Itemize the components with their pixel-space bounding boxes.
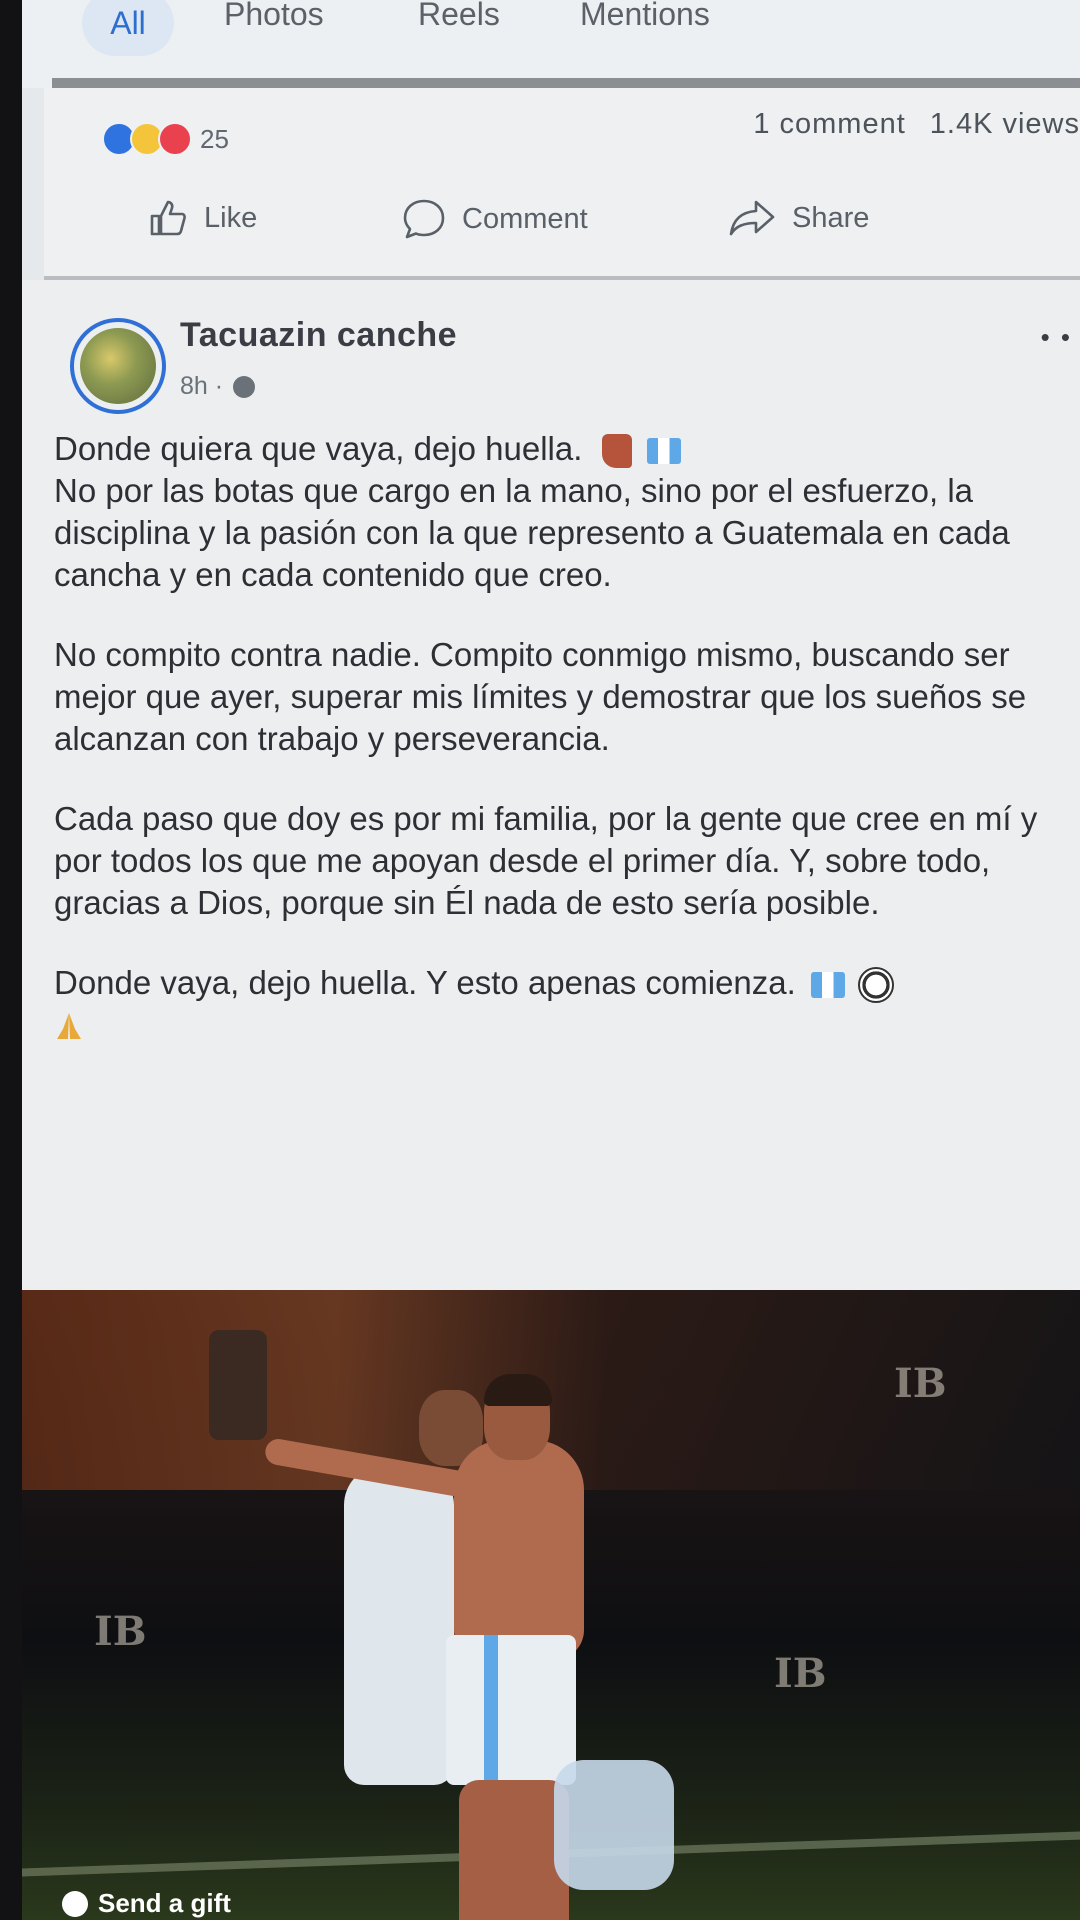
raised-boot — [209, 1330, 267, 1440]
caption-line-1: Donde quiera que vaya, dejo huella. — [54, 430, 583, 467]
caption-paragraph-3: Cada paso que doy es por mi familia, por… — [54, 800, 1038, 921]
avatar-image — [80, 328, 156, 404]
post-caption: Donde quiera que vaya, dejo huella. No p… — [54, 428, 1074, 1046]
praying-hands-icon — [57, 1013, 81, 1040]
tab-mentions[interactable]: Mentions — [580, 0, 710, 33]
share-label: Share — [792, 201, 870, 234]
like-label: Like — [204, 201, 258, 234]
main-player-hair — [484, 1374, 552, 1406]
globe-icon — [233, 375, 256, 398]
caption-line-4: Donde vaya, dejo huella. Y esto apenas c… — [54, 964, 796, 1001]
like-button[interactable]: Like — [148, 198, 257, 238]
comment-label: Comment — [462, 202, 588, 235]
shorts-stripe — [484, 1635, 498, 1785]
watermark-logo: IB — [94, 1608, 147, 1655]
caption-paragraph-1-rest: No por las botas que cargo en la mano, s… — [54, 472, 1010, 593]
boot-emoji-icon — [601, 434, 632, 469]
tab-photos[interactable]: Photos — [224, 0, 324, 33]
share-arrow-icon — [729, 200, 775, 236]
comment-button[interactable]: Comment — [402, 198, 588, 240]
comment-bubble-icon — [403, 199, 445, 239]
tab-reels[interactable]: Reels — [418, 0, 500, 33]
view-count: 1.4K views — [929, 108, 1080, 140]
caption-paragraph-4: Donde vaya, dejo huella. Y esto apenas c… — [54, 962, 1074, 1046]
previous-post-footer: 25 1 comment 1.4K views Like Comment Sha… — [44, 88, 1080, 280]
send-gift-label: Send a gift — [98, 1888, 231, 1918]
reactions-summary[interactable]: 25 — [102, 122, 229, 156]
send-gift-button[interactable]: Send a gift — [62, 1888, 231, 1919]
soccer-ball-icon — [858, 967, 895, 1004]
phone-screen: All Photos Reels Mentions 25 1 comment 1.… — [22, 0, 1080, 1920]
caption-paragraph-2: No compito contra nadie. Compito conmigo… — [54, 636, 1027, 757]
post-time[interactable]: 8h · — [180, 372, 223, 401]
post-stats: 1 comment 1.4K views — [753, 108, 1080, 141]
filter-tabs: All Photos Reels Mentions — [22, 0, 1080, 88]
feed-post: Tacuazin canche 8h · • • Donde quiera qu… — [22, 280, 1080, 1340]
held-jersey — [554, 1760, 674, 1890]
watermark-logo: IB — [894, 1360, 947, 1407]
caption-paragraph-1: Donde quiera que vaya, dejo huella. No p… — [54, 428, 1074, 596]
guatemala-flag-icon — [810, 972, 845, 999]
watermark-logo: IB — [774, 1650, 827, 1697]
share-button[interactable]: Share — [728, 198, 869, 238]
tab-all[interactable]: All — [82, 0, 174, 56]
love-reaction-icon — [158, 122, 192, 156]
comment-count[interactable]: 1 comment — [753, 108, 905, 140]
player-legs — [459, 1780, 569, 1920]
post-meta: 8h · — [180, 372, 256, 401]
post-photo[interactable]: IB IB IB — [22, 1290, 1080, 1920]
guatemala-flag-icon — [646, 438, 681, 465]
player-shorts — [446, 1635, 576, 1785]
post-actions: Like Comment Share — [44, 198, 1080, 258]
reaction-count: 25 — [200, 123, 229, 154]
gift-icon — [62, 1890, 88, 1917]
avatar[interactable] — [70, 318, 166, 414]
background-player — [344, 1465, 454, 1785]
thumbs-up-icon — [150, 200, 186, 236]
main-player — [454, 1440, 584, 1660]
more-options-icon[interactable]: • • — [1041, 322, 1072, 353]
section-divider — [52, 78, 1080, 88]
post-author-name[interactable]: Tacuazin canche — [180, 316, 457, 355]
